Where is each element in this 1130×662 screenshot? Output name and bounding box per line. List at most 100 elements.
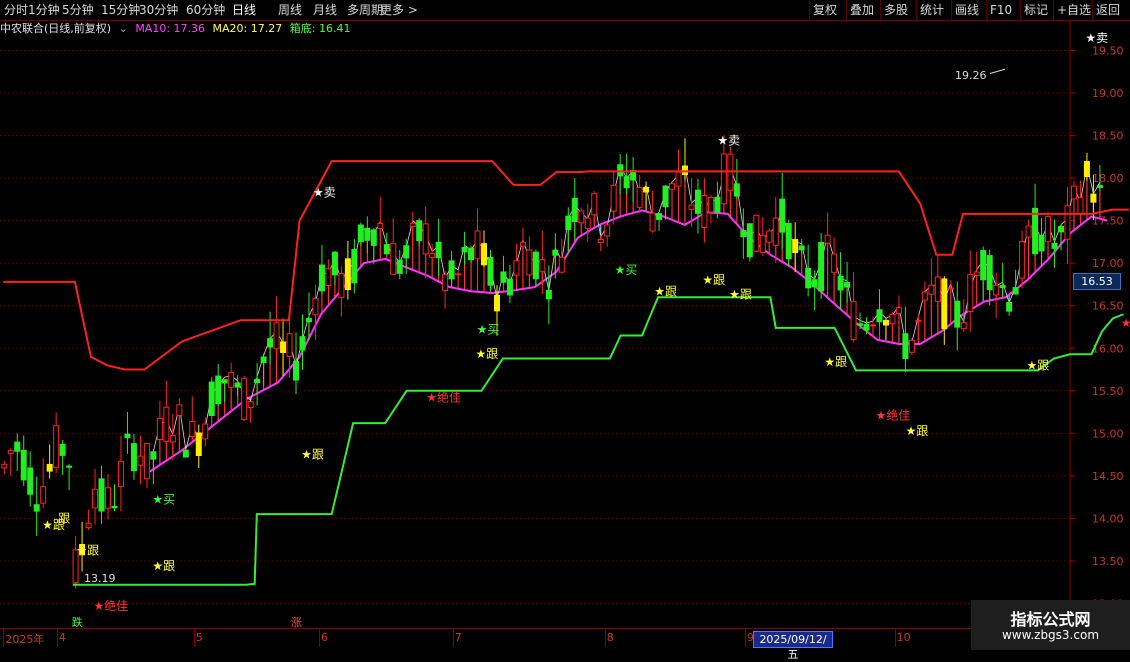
action-button-4[interactable]: 画线 xyxy=(951,0,982,20)
resistance-line xyxy=(3,160,1129,371)
action-button-3[interactable]: 统计 xyxy=(916,0,947,20)
candle-body xyxy=(1057,225,1064,233)
current-price-tag: 16.53 xyxy=(1073,273,1121,290)
candle-body xyxy=(105,487,112,509)
candle-body xyxy=(260,356,267,363)
period-tab-6[interactable]: 日线 xyxy=(232,0,256,20)
signal-label: ★绝佳 xyxy=(1121,315,1130,330)
low-label: 13.19 xyxy=(84,572,116,585)
candle-body xyxy=(656,213,663,220)
period-tab-3[interactable]: 15分钟 xyxy=(101,0,140,20)
candle-body xyxy=(228,372,235,388)
signal-label: ★卖 xyxy=(717,134,740,148)
y-tick-label: 17.50 xyxy=(1092,215,1124,228)
period-tab-2[interactable]: 5分钟 xyxy=(62,0,94,20)
x-axis-line xyxy=(0,628,1130,629)
candle-body xyxy=(33,504,40,512)
candlestick-chart[interactable]: 19.5019.0018.5018.0017.5017.0016.5016.00… xyxy=(0,21,1130,612)
period-tab-1[interactable]: 1分钟 xyxy=(28,0,60,20)
candle-body xyxy=(7,449,14,455)
candle-body xyxy=(746,223,753,258)
candle-body xyxy=(325,268,332,286)
candle-body xyxy=(850,301,857,341)
candle-body xyxy=(357,224,364,243)
candle-body xyxy=(545,289,552,300)
candle-body xyxy=(176,404,183,416)
x-tick-label: 7 xyxy=(454,631,462,644)
signal-label: 跟 xyxy=(58,511,70,525)
x-tick-label: 2025年 xyxy=(5,633,45,646)
candle-body xyxy=(798,245,805,251)
toolbar: 分时 1分钟 5分钟 15分钟 30分钟 60分钟 日线 周线 月线 多周期 更多 > 复权 叠加 多股统… xyxy=(0,0,1130,21)
candle-body xyxy=(20,449,27,481)
candle-body xyxy=(202,423,209,440)
period-tab-8[interactable]: 月线 xyxy=(313,0,337,20)
period-tab-4[interactable]: 30分钟 xyxy=(139,0,178,20)
signal-label: ★绝佳 xyxy=(876,407,911,422)
candle-body xyxy=(824,234,831,244)
action-button-0[interactable]: 复权 xyxy=(809,0,840,20)
period-tab-9[interactable]: 多周期 xyxy=(347,0,383,20)
ma-line xyxy=(149,209,1108,473)
y-tick-label: 13.50 xyxy=(1092,555,1124,568)
candle-body xyxy=(662,185,669,208)
candle-body xyxy=(254,378,261,383)
y-tick-label: 19.50 xyxy=(1092,45,1124,58)
signal-label: ★跟 xyxy=(654,284,677,298)
candle-body xyxy=(565,215,572,230)
y-tick-label: 18.50 xyxy=(1092,130,1124,143)
candle-body xyxy=(863,324,870,331)
period-tab-5[interactable]: 60分钟 xyxy=(186,0,225,20)
candle-body xyxy=(526,249,533,276)
candle-body xyxy=(506,278,513,296)
candle-body xyxy=(40,486,47,504)
candle-body xyxy=(305,318,312,323)
candle-body xyxy=(941,278,948,330)
signal-label: ★跟 xyxy=(824,355,847,369)
action-button-7[interactable]: +自选 xyxy=(1053,0,1094,20)
candle-body xyxy=(455,273,462,276)
candle-body xyxy=(1,463,8,469)
candle-body xyxy=(993,284,1000,296)
candle-body xyxy=(869,324,876,327)
period-tab-10[interactable]: 更多 > xyxy=(380,0,418,20)
candle-body xyxy=(1045,216,1052,243)
candle-body xyxy=(513,260,520,276)
y-tick-label: 14.50 xyxy=(1092,470,1124,483)
period-tab-7[interactable]: 周线 xyxy=(278,0,302,20)
candle-body xyxy=(857,323,864,326)
candle-body xyxy=(591,193,598,216)
candle-body xyxy=(882,319,889,326)
x-tick-mark xyxy=(193,629,195,647)
candle-body xyxy=(519,241,526,247)
action-button-1[interactable]: 叠加 xyxy=(846,0,877,20)
candle-body xyxy=(902,333,909,360)
candle-body xyxy=(130,443,137,472)
candle-body xyxy=(293,360,300,381)
candle-body xyxy=(422,223,429,255)
period-tab-0[interactable]: 分时 xyxy=(4,0,28,20)
candle-body xyxy=(584,217,591,229)
candle-body xyxy=(675,171,682,187)
candle-body xyxy=(299,336,306,351)
candle-body xyxy=(960,322,967,330)
action-button-6[interactable]: 标记 xyxy=(1020,0,1051,20)
candle-body xyxy=(435,241,442,259)
signal-label: ★买 xyxy=(615,263,638,277)
signal-label: ★绝佳 xyxy=(94,598,129,612)
action-button-2[interactable]: 多股 xyxy=(880,0,911,20)
candle-body xyxy=(409,222,416,227)
candle-body xyxy=(1012,287,1019,295)
candle-body xyxy=(1025,225,1032,238)
candle-body xyxy=(59,443,66,456)
candle-body xyxy=(461,246,468,253)
action-button-8[interactable]: 返回 xyxy=(1092,0,1123,20)
candle-body xyxy=(27,467,34,495)
candle-body xyxy=(915,319,922,322)
candle-body xyxy=(908,339,915,353)
candle-body xyxy=(552,249,559,256)
candle-body xyxy=(701,195,708,228)
candle-body xyxy=(234,382,241,388)
action-button-5[interactable]: F10 xyxy=(986,0,1015,20)
candle-body xyxy=(137,455,144,466)
